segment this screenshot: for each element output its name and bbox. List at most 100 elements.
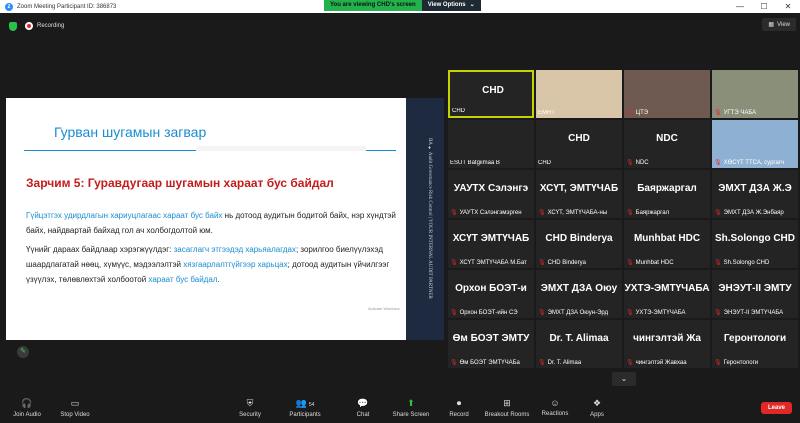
maximize-button[interactable]: ☐ xyxy=(752,0,776,13)
participant-tile[interactable]: 🎙 ХӨСҮТ ТТСА, сургагч xyxy=(712,120,798,168)
participant-name-text: ЦТЭ xyxy=(635,109,649,116)
participant-display-name: Dr. T. Alimaa xyxy=(549,333,609,344)
slide-text: . xyxy=(217,275,220,284)
record-button[interactable]: ⏺ Record xyxy=(434,398,484,418)
participant-name-text: Dr. T. Alimaa xyxy=(547,359,582,366)
participant-tile[interactable]: 🎙 УГТЭ ЧАБА xyxy=(712,70,798,118)
participant-tile[interactable]: Dr. T. Alimaa 🎙 Dr. T. Alimaa xyxy=(536,320,622,368)
participant-tile[interactable]: УХТЭ-ЭМТҮЧАБА 🎙 УХТЭ-ЭМТҮЧАБА xyxy=(624,270,710,318)
muted-mic-icon: 🎙 xyxy=(714,260,722,266)
participant-display-name: чингэлтэй Жа xyxy=(633,333,701,344)
participant-name-label: 🎙 ХСҮТ ЭМТҮЧАБА М.Бат xyxy=(450,259,527,267)
participant-tile[interactable]: NDC 🎙 NDC xyxy=(624,120,710,168)
participant-name-text: УХТЭ-ЭМТҮЧАБА xyxy=(635,309,686,316)
chat-button[interactable]: 💬 Chat xyxy=(338,398,388,418)
participant-name-text: ЕМНТ xyxy=(538,110,555,116)
participant-name-text: Өм БОЭТ ЭМТҮЧАБа xyxy=(459,359,520,366)
stop-video-button[interactable]: ▭ Stop Video xyxy=(50,398,100,418)
participant-display-name: ЭМХТ ДЗА Оюу xyxy=(540,283,618,294)
share-screen-label: Share Screen xyxy=(392,412,430,418)
slide-side-text: IIA ♦ Audit Governance Risk Control | YO… xyxy=(427,137,432,299)
participant-tile[interactable]: Sh.Solongo CHD 🎙 Sh.Solongo CHD xyxy=(712,220,798,268)
people-icon: 👥 54 xyxy=(295,398,315,408)
participant-name-text: чингэлтэй Жавхаа xyxy=(635,359,687,366)
participant-name-label: CHD xyxy=(538,160,551,166)
participant-tile[interactable]: Баяржаргал 🎙 Баяржаргал xyxy=(624,170,710,218)
participant-name-label: 🎙 ЭНЭУТ-II ЭМТҮЧАБА xyxy=(714,309,783,317)
participant-name-text: ЭМХТ ДЗА Оюун-Эрд xyxy=(547,309,609,316)
participant-tile[interactable]: ЭМХТ ДЗА Оюу 🎙 ЭМХТ ДЗА Оюун-Эрд xyxy=(536,270,622,318)
minimize-button[interactable]: — xyxy=(728,0,752,13)
activation-watermark: Activate Windows xyxy=(368,306,400,311)
participant-display-name: CHD Binderya xyxy=(545,233,613,244)
chat-label: Chat xyxy=(356,412,370,418)
participant-name-label: 🎙 Өм БОЭТ ЭМТҮЧАБа xyxy=(450,359,520,367)
participant-tile[interactable]: Munhbat HDC 🎙 Munhbat HDC xyxy=(624,220,710,268)
view-button[interactable]: ▦ View xyxy=(762,18,796,31)
muted-mic-icon: 🎙 xyxy=(626,160,634,166)
reactions-label: Reactions xyxy=(541,411,569,417)
grid-icon: ▦ xyxy=(768,22,775,28)
participant-name-label: 🎙 ЭМХТ ДЗА Ж.Энбаяр xyxy=(714,209,784,217)
participant-name-label: 🎙 чингэлтэй Жавхаа xyxy=(626,359,687,367)
participant-name-text: Sh.Solongo CHD xyxy=(723,259,770,266)
view-options-button[interactable]: View Options ⌄ xyxy=(421,0,481,11)
join-audio-button[interactable]: 🎧 Join Audio xyxy=(2,398,52,418)
participant-name-text: CHD xyxy=(452,108,465,114)
security-label: Security xyxy=(239,412,261,418)
participant-tile[interactable]: ЭМХТ ДЗА Ж.Э 🎙 ЭМХТ ДЗА Ж.Энбаяр xyxy=(712,170,798,218)
leave-button[interactable]: Leave xyxy=(760,402,792,414)
slide-title: Гурван шугамын загвар xyxy=(54,124,207,140)
slide-paragraph-2: Үүнийг дараах байдлаар хэрэгжүүлдэг: зас… xyxy=(26,242,396,287)
shield-icon[interactable] xyxy=(9,21,17,31)
participant-display-name: Munhbat HDC xyxy=(633,233,701,244)
participant-display-name: CHD xyxy=(482,85,504,96)
participant-name-label: 🎙 ХСҮТ, ЭМТҮЧАБА-ны xyxy=(538,209,607,217)
zoom-logo-icon: z xyxy=(5,2,13,11)
participant-tile[interactable]: ЭНЭУТ-II ЭМТУ 🎙 ЭНЭУТ-II ЭМТҮЧАБА xyxy=(712,270,798,318)
security-button[interactable]: ⛨ Security xyxy=(225,398,275,418)
muted-mic-icon: 🎙 xyxy=(538,260,546,266)
participant-tile[interactable]: чингэлтэй Жа 🎙 чингэлтэй Жавхаа xyxy=(624,320,710,368)
participant-display-name: ХСҮТ, ЭМТҮЧАБ xyxy=(539,183,619,194)
gallery-next-page-button[interactable]: ⌄ xyxy=(612,372,636,386)
muted-mic-icon: 🎙 xyxy=(626,110,634,116)
recording-icon xyxy=(25,22,33,30)
slide-divider-shade xyxy=(196,146,366,151)
breakout-rooms-button[interactable]: ⊞ Breakout Rooms xyxy=(482,398,532,418)
slide-paragraph-1: Гүйцэтгэх удирдлагын хариуцлагаас хараат… xyxy=(26,208,396,238)
participant-tile[interactable]: ESUT Batgiimaa B xyxy=(448,120,534,168)
participant-name-text: ХӨСҮТ ТТСА, сургагч xyxy=(723,159,785,166)
participant-name-label: 🎙 УГТЭ ЧАБА xyxy=(714,109,757,117)
participant-display-name: ЭМХТ ДЗА Ж.Э xyxy=(718,183,792,194)
participant-tile[interactable]: УАУТХ Сэлэнгэ 🎙 УАУТХ Сэлэнгэмэрген xyxy=(448,170,534,218)
participant-name-label: 🎙 Орхон БОЭТ-ийн СЭ xyxy=(450,309,518,317)
participant-name-text: УГТЭ ЧАБА xyxy=(723,109,757,116)
shared-screen: Гурван шугамын загвар Зарчим 5: Гуравдуг… xyxy=(6,98,444,340)
muted-mic-icon: 🎙 xyxy=(450,260,458,266)
apps-button[interactable]: ❖ Apps xyxy=(572,398,622,418)
stop-video-label: Stop Video xyxy=(60,412,90,418)
close-button[interactable]: ✕ xyxy=(776,0,800,13)
share-screen-button[interactable]: ⬆ Share Screen xyxy=(386,398,436,418)
participant-tile[interactable]: ХСҮТ, ЭМТҮЧАБ 🎙 ХСҮТ, ЭМТҮЧАБА-ны xyxy=(536,170,622,218)
annotate-pencil-icon[interactable]: ✎ xyxy=(17,346,29,358)
participant-tile[interactable]: Орхон БОЭТ-и 🎙 Орхон БОЭТ-ийн СЭ xyxy=(448,270,534,318)
participant-name-text: Баяржаргал xyxy=(635,209,670,216)
participant-tile[interactable]: 🎙 ЦТЭ xyxy=(624,70,710,118)
window-controls: — ☐ ✕ xyxy=(728,0,800,13)
participant-tile[interactable]: Өм БОЭТ ЭМТУ 🎙 Өм БОЭТ ЭМТҮЧАБа xyxy=(448,320,534,368)
participant-display-name: УХТЭ-ЭМТҮЧАБА xyxy=(624,283,710,294)
participants-button[interactable]: 👥 54 Participants xyxy=(280,398,330,418)
participant-tile[interactable]: Геронтологи 🎙 Геронтологи xyxy=(712,320,798,368)
participant-display-name: Sh.Solongo CHD xyxy=(715,233,795,244)
participant-name-label: 🎙 Sh.Solongo CHD xyxy=(714,259,770,267)
participant-tile[interactable]: ЕМНТ xyxy=(536,70,622,118)
recording-label: Recording xyxy=(37,23,65,29)
meeting-toolbar: 🎧 Join Audio ▭ Stop Video ⛨ Security 👥 54 Par… xyxy=(0,392,800,423)
participant-tile[interactable]: ХСҮТ ЭМТҮЧАБ 🎙 ХСҮТ ЭМТҮЧАБА М.Бат xyxy=(448,220,534,268)
participant-tile[interactable]: CHD CHD xyxy=(536,120,622,168)
participant-tile[interactable]: CHD CHD xyxy=(448,70,534,118)
participant-name-text: ESUT Batgiimaa B xyxy=(450,160,500,166)
participant-tile[interactable]: CHD Binderya 🎙 CHD Binderya xyxy=(536,220,622,268)
